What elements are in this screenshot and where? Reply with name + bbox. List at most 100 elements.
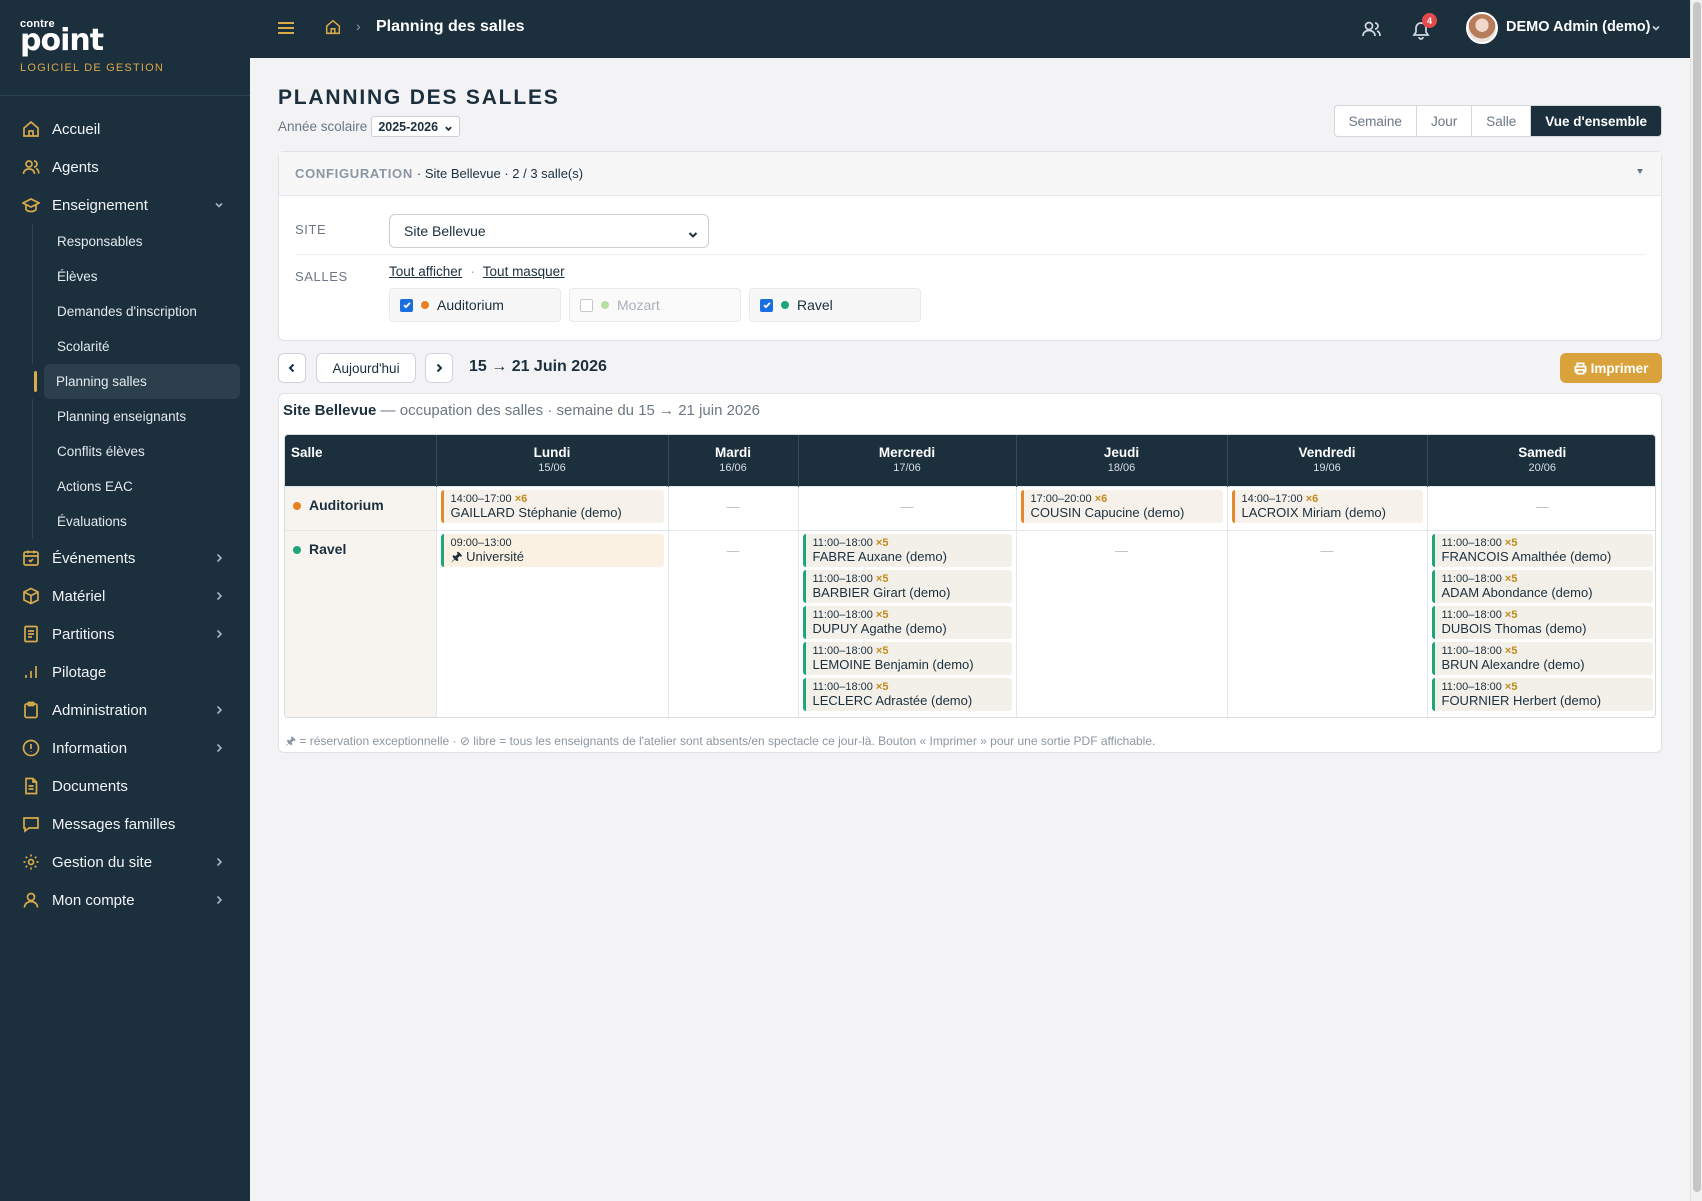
collapse-caret-icon[interactable]: [1637, 169, 1643, 174]
sidebar-subitem[interactable]: Conflits élèves: [32, 434, 250, 469]
booking-time: 14:00–17:00: [1241, 492, 1303, 505]
year-select[interactable]: 2025-2026: [371, 116, 461, 137]
config-header[interactable]: CONFIGURATION · Site Bellevue · 2 / 3 sa…: [279, 152, 1661, 196]
day-cell[interactable]: —: [667, 485, 798, 530]
chevron-down-icon[interactable]: [1650, 21, 1662, 33]
booking-time-row: 11:00–18:00 ×5: [1442, 609, 1648, 621]
booking-time-row: 14:00–17:00 ×6: [1242, 493, 1417, 505]
brand-logo[interactable]: contre point LOGICIEL DE GESTION: [0, 0, 250, 96]
sidebar-subitem[interactable]: Scolarité: [32, 329, 250, 364]
scrollbar-thumb[interactable]: [1693, 2, 1701, 1192]
booking-card[interactable]: 11:00–18:00 ×5 FABRE Auxane (demo): [802, 533, 1012, 567]
empty-mark: —: [1320, 542, 1334, 558]
sidebar-item-label: Enseignement: [52, 196, 148, 214]
booking-time: 11:00–18:00: [812, 572, 873, 585]
sidebar-item-information[interactable]: Information: [0, 729, 250, 767]
sidebar-subitem[interactable]: Demandes d'inscription: [32, 294, 250, 329]
user-name[interactable]: DEMO Admin (demo): [1506, 19, 1650, 35]
booking-time-row: 11:00–18:00 ×5: [813, 645, 1006, 657]
print-button[interactable]: Imprimer: [1560, 353, 1662, 383]
booking-card[interactable]: 11:00–18:00 ×5 LECLERC Adrastée (demo): [802, 677, 1012, 711]
sidebar-subitem[interactable]: Évaluations: [32, 504, 250, 539]
home-icon[interactable]: [324, 18, 342, 36]
sidebar-item-enseignement[interactable]: Enseignement: [0, 186, 250, 224]
room-chip[interactable]: Ravel: [749, 288, 921, 322]
sidebar-item-accueil[interactable]: Accueil: [0, 110, 250, 148]
day-cell[interactable]: —: [1426, 485, 1655, 530]
day-cell[interactable]: —: [797, 485, 1016, 530]
day-cell[interactable]: 14:00–17:00 ×6 GAILLARD Stéphanie (demo): [435, 485, 668, 530]
year-row: Année scolaire 2025-2026: [278, 116, 461, 137]
page-scrollbar[interactable]: [1690, 0, 1702, 1201]
day-cell[interactable]: 11:00–18:00 ×5 FRANCOIS Amalthée (demo) 11…: [1426, 529, 1655, 717]
sidebar-item-partitions[interactable]: Partitions: [0, 615, 250, 653]
brand-tagline: LOGICIEL DE GESTION: [20, 62, 165, 74]
room-chip[interactable]: Auditorium: [389, 288, 561, 322]
checkbox-checked[interactable]: [400, 298, 413, 312]
prev-week-button[interactable]: [278, 353, 306, 383]
day-cell[interactable]: 17:00–20:00 ×6 COUSIN Capucine (demo): [1015, 485, 1227, 530]
sidebar-subitem[interactable]: Élèves: [32, 259, 250, 294]
planning-caption: Site Bellevue — occupation des salles · …: [283, 402, 760, 419]
booking-card[interactable]: 11:00–18:00 ×5 FRANCOIS Amalthée (demo): [1431, 533, 1653, 567]
avatar[interactable]: [1466, 12, 1498, 44]
day-cell[interactable]: —: [667, 529, 798, 717]
view-tab[interactable]: Jour: [1417, 106, 1473, 136]
day-cell[interactable]: —: [1226, 529, 1427, 717]
config-info: · Site Bellevue · 2 / 3 salle(s): [416, 166, 584, 181]
booking-card[interactable]: 11:00–18:00 ×5 BRUN Alexandre (demo): [1431, 641, 1653, 675]
booking-card[interactable]: 11:00–18:00 ×5 DUPUY Agathe (demo): [802, 605, 1012, 639]
show-all-link[interactable]: Tout afficher: [389, 264, 462, 279]
booking-card[interactable]: 11:00–18:00 ×5 LEMOINE Benjamin (demo): [802, 641, 1012, 675]
planning-footnote: 🖈 = réservation exceptionnelle · ⊘ libre…: [285, 734, 1156, 748]
menu-icon[interactable]: [276, 18, 296, 38]
checkbox-unchecked[interactable]: [580, 298, 593, 312]
booking-card[interactable]: 14:00–17:00 ×6 LACROIX Miriam (demo): [1231, 489, 1423, 523]
sidebar-item-administration[interactable]: Administration: [0, 691, 250, 729]
booking-card[interactable]: 17:00–20:00 ×6 COUSIN Capucine (demo): [1020, 489, 1223, 523]
document-icon: [22, 625, 40, 643]
sidebar-item-événements[interactable]: Événements: [0, 539, 250, 577]
bar-chart-icon: [22, 663, 40, 681]
sidebar-subitem[interactable]: Actions EAC: [32, 469, 250, 504]
room-chip[interactable]: Mozart: [569, 288, 741, 322]
config-panel: CONFIGURATION · Site Bellevue · 2 / 3 sa…: [278, 151, 1662, 341]
room-name: Ravel: [309, 540, 347, 557]
view-tab[interactable]: Vue d'ensemble: [1531, 106, 1661, 136]
sidebar-subitem[interactable]: Planning salles: [34, 364, 240, 399]
chevron-right-icon: [212, 703, 226, 717]
users-icon[interactable]: [1360, 18, 1382, 40]
sidebar-item-documents[interactable]: Documents: [0, 767, 250, 805]
site-select[interactable]: Site Bellevue: [389, 214, 709, 248]
sidebar-item-label: Matériel: [52, 587, 106, 605]
sidebar-item-messages-familles[interactable]: Messages familles: [0, 805, 250, 843]
day-cell[interactable]: 11:00–18:00 ×5 FABRE Auxane (demo) 11:00–1…: [797, 529, 1016, 717]
hide-all-link[interactable]: Tout masquer: [483, 264, 565, 279]
today-button[interactable]: Aujourd'hui: [316, 353, 416, 383]
sidebar-subitem[interactable]: Responsables: [32, 224, 250, 259]
sidebar-item-gestion-du-site[interactable]: Gestion du site: [0, 843, 250, 881]
sidebar-item-matériel[interactable]: Matériel: [0, 577, 250, 615]
sidebar-item-mon-compte[interactable]: Mon compte: [0, 881, 250, 919]
next-week-button[interactable]: [425, 353, 453, 383]
sidebar-subitem[interactable]: Planning enseignants: [32, 399, 250, 434]
booking-card[interactable]: 11:00–18:00 ×5 FOURNIER Herbert (demo): [1431, 677, 1653, 711]
booking-card[interactable]: 11:00–18:00 ×5 DUBOIS Thomas (demo): [1431, 605, 1653, 639]
day-cell[interactable]: 14:00–17:00 ×6 LACROIX Miriam (demo): [1226, 485, 1427, 530]
view-tab[interactable]: Salle: [1472, 106, 1532, 136]
booking-card[interactable]: 14:00–17:00 ×6 GAILLARD Stéphanie (demo): [440, 489, 664, 523]
sidebar-item-pilotage[interactable]: Pilotage: [0, 653, 250, 691]
view-tab[interactable]: Semaine: [1335, 106, 1417, 136]
sidebar-item-agents[interactable]: Agents: [0, 148, 250, 186]
booking-count: ×5: [875, 644, 889, 657]
day-cell[interactable]: —: [1015, 529, 1227, 717]
booking-card[interactable]: 11:00–18:00 ×5 ADAM Abondance (demo): [1431, 569, 1653, 603]
day-date: 20/06: [1528, 462, 1557, 474]
booking-card[interactable]: 09:00–13:00 🖈 Université: [440, 533, 664, 567]
brand-big: point: [20, 23, 104, 58]
checkbox-checked[interactable]: [760, 298, 773, 312]
booking-card[interactable]: 11:00–18:00 ×5 BARBIER Girart (demo): [802, 569, 1012, 603]
day-cell[interactable]: 09:00–13:00 🖈 Université: [435, 529, 668, 717]
booking-count: ×5: [875, 608, 889, 621]
breadcrumb-separator: ›: [356, 18, 361, 34]
